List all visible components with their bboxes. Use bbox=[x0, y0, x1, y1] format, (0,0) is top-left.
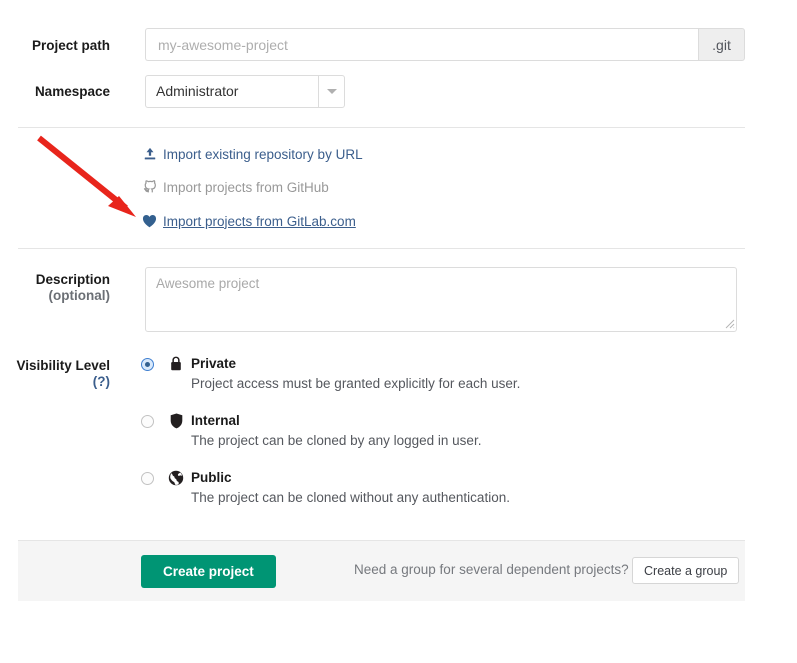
namespace-select[interactable]: Administrator bbox=[145, 75, 345, 108]
github-icon bbox=[141, 180, 158, 194]
chevron-down-icon bbox=[327, 89, 337, 94]
import-github-label: Import projects from GitHub bbox=[163, 180, 329, 195]
radio-private[interactable] bbox=[141, 358, 154, 371]
import-projects-from-gitlab-link[interactable]: Import projects from GitLab.com bbox=[141, 211, 356, 231]
gitlab-heart-icon bbox=[141, 214, 158, 228]
visibility-public-description: The project can be cloned without any au… bbox=[191, 490, 510, 505]
namespace-dropdown-button[interactable] bbox=[318, 76, 344, 107]
create-group-button[interactable]: Create a group bbox=[632, 557, 739, 584]
import-existing-repository-by-url-link[interactable]: Import existing repository by URL bbox=[141, 144, 363, 164]
lock-icon bbox=[167, 355, 185, 373]
description-optional-text: (optional) bbox=[0, 288, 110, 304]
visibility-level-label-text: Visibility Level bbox=[16, 358, 110, 373]
import-projects-from-github-link[interactable]: Import projects from GitHub bbox=[141, 177, 329, 197]
project-path-row: Project path .git bbox=[0, 28, 797, 64]
section-divider-top bbox=[18, 127, 745, 128]
visibility-internal-title: Internal bbox=[191, 413, 240, 428]
group-hint-text: Need a group for several dependent proje… bbox=[354, 562, 629, 577]
description-label-text: Description bbox=[36, 272, 110, 287]
namespace-row: Namespace Administrator bbox=[0, 75, 797, 111]
project-path-input[interactable] bbox=[145, 28, 698, 61]
project-path-git-suffix: .git bbox=[698, 28, 745, 61]
namespace-selected-value: Administrator bbox=[156, 83, 238, 99]
globe-icon bbox=[167, 469, 185, 487]
project-path-input-group: .git bbox=[145, 28, 745, 61]
namespace-label: Namespace bbox=[0, 84, 110, 100]
project-path-label: Project path bbox=[0, 38, 110, 54]
description-textarea[interactable] bbox=[145, 267, 737, 332]
radio-public[interactable] bbox=[141, 472, 154, 485]
visibility-help-link[interactable]: (?) bbox=[0, 374, 110, 390]
description-label: Description (optional) bbox=[0, 272, 110, 304]
radio-internal[interactable] bbox=[141, 415, 154, 428]
section-divider-bottom bbox=[18, 248, 745, 249]
create-project-button[interactable]: Create project bbox=[141, 555, 276, 588]
visibility-internal-description: The project can be cloned by any logged … bbox=[191, 433, 481, 448]
visibility-level-label: Visibility Level (?) bbox=[0, 358, 110, 390]
upload-icon bbox=[141, 147, 158, 161]
visibility-private-description: Project access must be granted explicitl… bbox=[191, 376, 520, 391]
import-gitlab-label: Import projects from GitLab.com bbox=[163, 214, 356, 229]
shield-icon bbox=[167, 412, 185, 430]
visibility-public-title: Public bbox=[191, 470, 232, 485]
form-footer-panel: Create project Need a group for several … bbox=[18, 540, 745, 601]
import-url-label: Import existing repository by URL bbox=[163, 147, 363, 162]
visibility-private-title: Private bbox=[191, 356, 236, 371]
